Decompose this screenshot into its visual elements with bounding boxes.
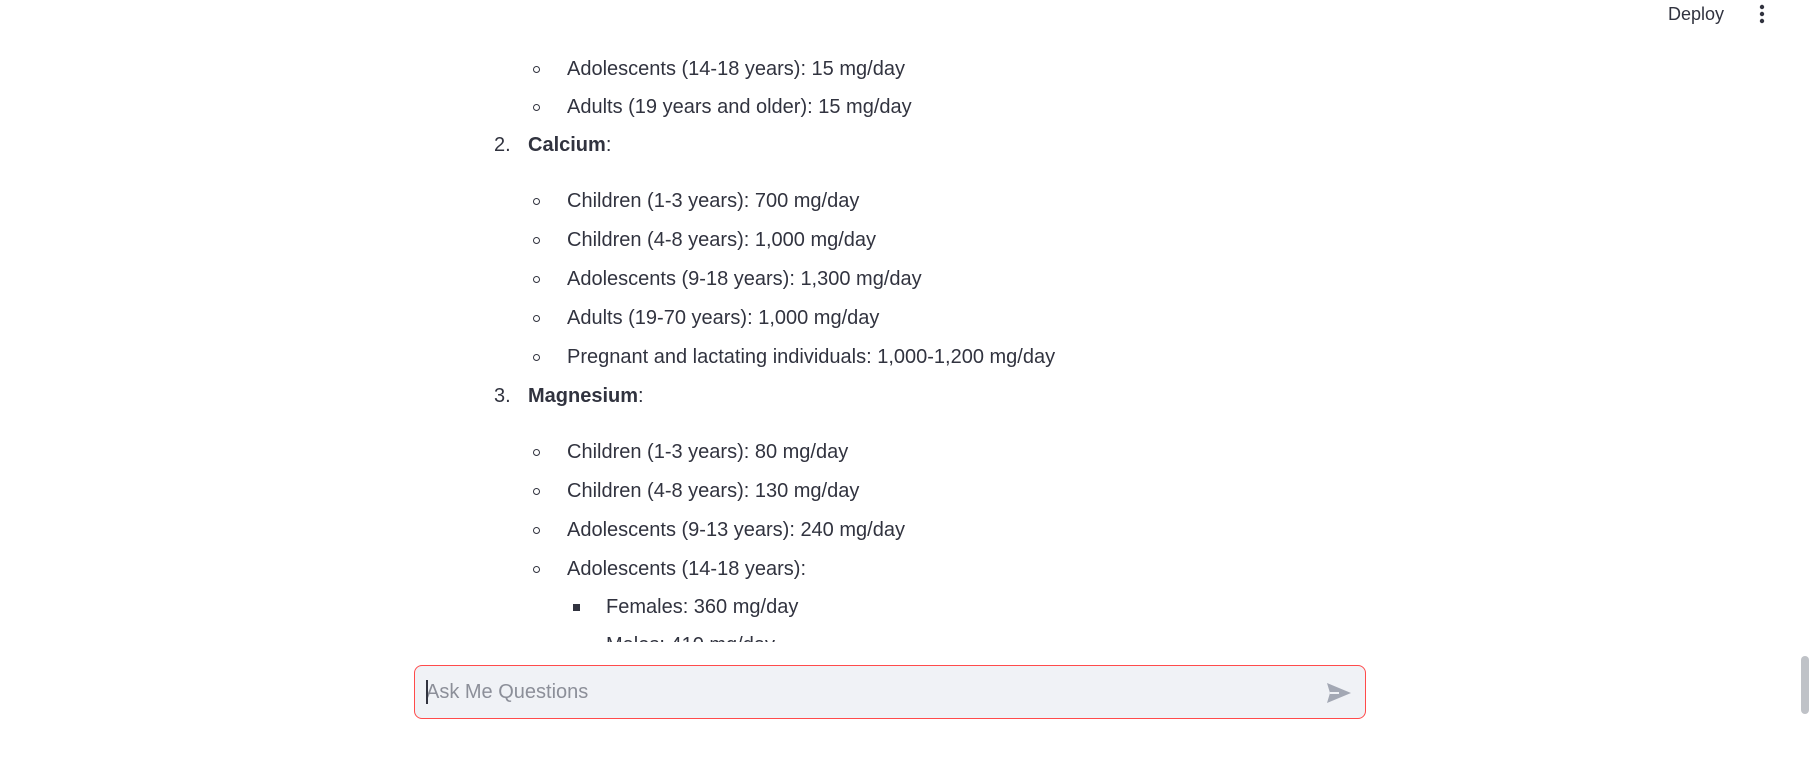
send-icon: [1327, 683, 1351, 703]
list-item-text: Adolescents (9-18 years): 1,300 mg/day: [567, 268, 922, 290]
list-item: Children (1-3 years): 80 mg/day: [533, 439, 849, 465]
chat-input[interactable]: [414, 665, 1366, 719]
page-scrollbar[interactable]: [1798, 0, 1812, 784]
section-heading: Magnesium: [528, 385, 639, 407]
scrollbar-thumb[interactable]: [1801, 656, 1809, 714]
list-item-text: Adolescents (14-18 years): 15 mg/day: [567, 58, 905, 80]
list-item-text: Children (4-8 years): 130 mg/day: [567, 480, 860, 502]
list-item: Adolescents (9-18 years): 1,300 mg/day: [533, 266, 922, 292]
bullet-circle-icon: [533, 315, 540, 322]
streamlit-app: Adolescents (14-18 years): 15 mg/day Adu…: [0, 0, 1812, 784]
bullet-circle-icon: [533, 488, 540, 495]
heading-suffix: :: [638, 385, 644, 407]
list-item: Adolescents (14-18 years):: [533, 556, 807, 582]
ask-input[interactable]: [426, 676, 1306, 708]
bullet-circle-icon: [533, 237, 540, 244]
nested-list-item: Males: 410 mg/day: [606, 632, 775, 642]
bullet-circle-icon: [533, 276, 540, 283]
deploy-button[interactable]: Deploy: [1662, 3, 1730, 25]
list-item-text: Children (1-3 years): 80 mg/day: [567, 441, 849, 463]
list-item-text: Children (4-8 years): 1,000 mg/day: [567, 229, 877, 251]
bullet-circle-icon: [533, 66, 540, 73]
bullet-square-icon: [573, 604, 580, 611]
bullet-circle-icon: [533, 104, 540, 111]
numbered-item-calcium: 2. Calcium:: [494, 132, 611, 158]
list-item-text: Pregnant and lactating individuals: 1,00…: [567, 346, 1056, 368]
app-header: Deploy: [0, 0, 1812, 30]
list-item: Children (1-3 years): 700 mg/day: [533, 188, 860, 214]
chat-message-area: Adolescents (14-18 years): 15 mg/day Adu…: [0, 0, 1780, 642]
more-vert-icon[interactable]: [1752, 3, 1772, 25]
nested-list-item: Females: 360 mg/day: [573, 594, 799, 620]
list-item: Adults (19 years and older): 15 mg/day: [533, 94, 912, 120]
numbered-item-magnesium: 3. Magnesium:: [494, 383, 644, 409]
list-item: Pregnant and lactating individuals: 1,00…: [533, 344, 1056, 370]
heading-suffix: :: [605, 134, 612, 156]
list-item-text: Adolescents (14-18 years):: [567, 558, 807, 580]
list-item-text: Adults (19 years and older): 15 mg/day: [567, 96, 912, 118]
list-item: Adults (19-70 years): 1,000 mg/day: [533, 305, 880, 331]
text-caret: [426, 680, 428, 704]
bullet-circle-icon: [533, 198, 540, 205]
list-item-text: Females: 360 mg/day: [606, 596, 799, 618]
list-number: 2.: [494, 134, 511, 156]
bullet-circle-icon: [533, 566, 540, 573]
list-item-text: Children (1-3 years): 700 mg/day: [567, 190, 860, 212]
send-button[interactable]: [1325, 680, 1353, 706]
bullet-circle-icon: [533, 527, 540, 534]
list-item: Children (4-8 years): 1,000 mg/day: [533, 227, 877, 253]
bullet-circle-icon: [533, 449, 540, 456]
bullet-circle-icon: [533, 354, 540, 361]
list-item-text: Adults (19-70 years): 1,000 mg/day: [567, 307, 880, 329]
list-number: 3.: [494, 385, 511, 407]
list-item: Children (4-8 years): 130 mg/day: [533, 478, 860, 504]
section-heading: Calcium: [528, 134, 606, 156]
list-item: Adolescents (14-18 years): 15 mg/day: [533, 56, 905, 82]
list-item-text: Adolescents (9-13 years): 240 mg/day: [567, 519, 905, 541]
list-item: Adolescents (9-13 years): 240 mg/day: [533, 517, 905, 543]
list-item-text: Males: 410 mg/day: [606, 634, 775, 642]
